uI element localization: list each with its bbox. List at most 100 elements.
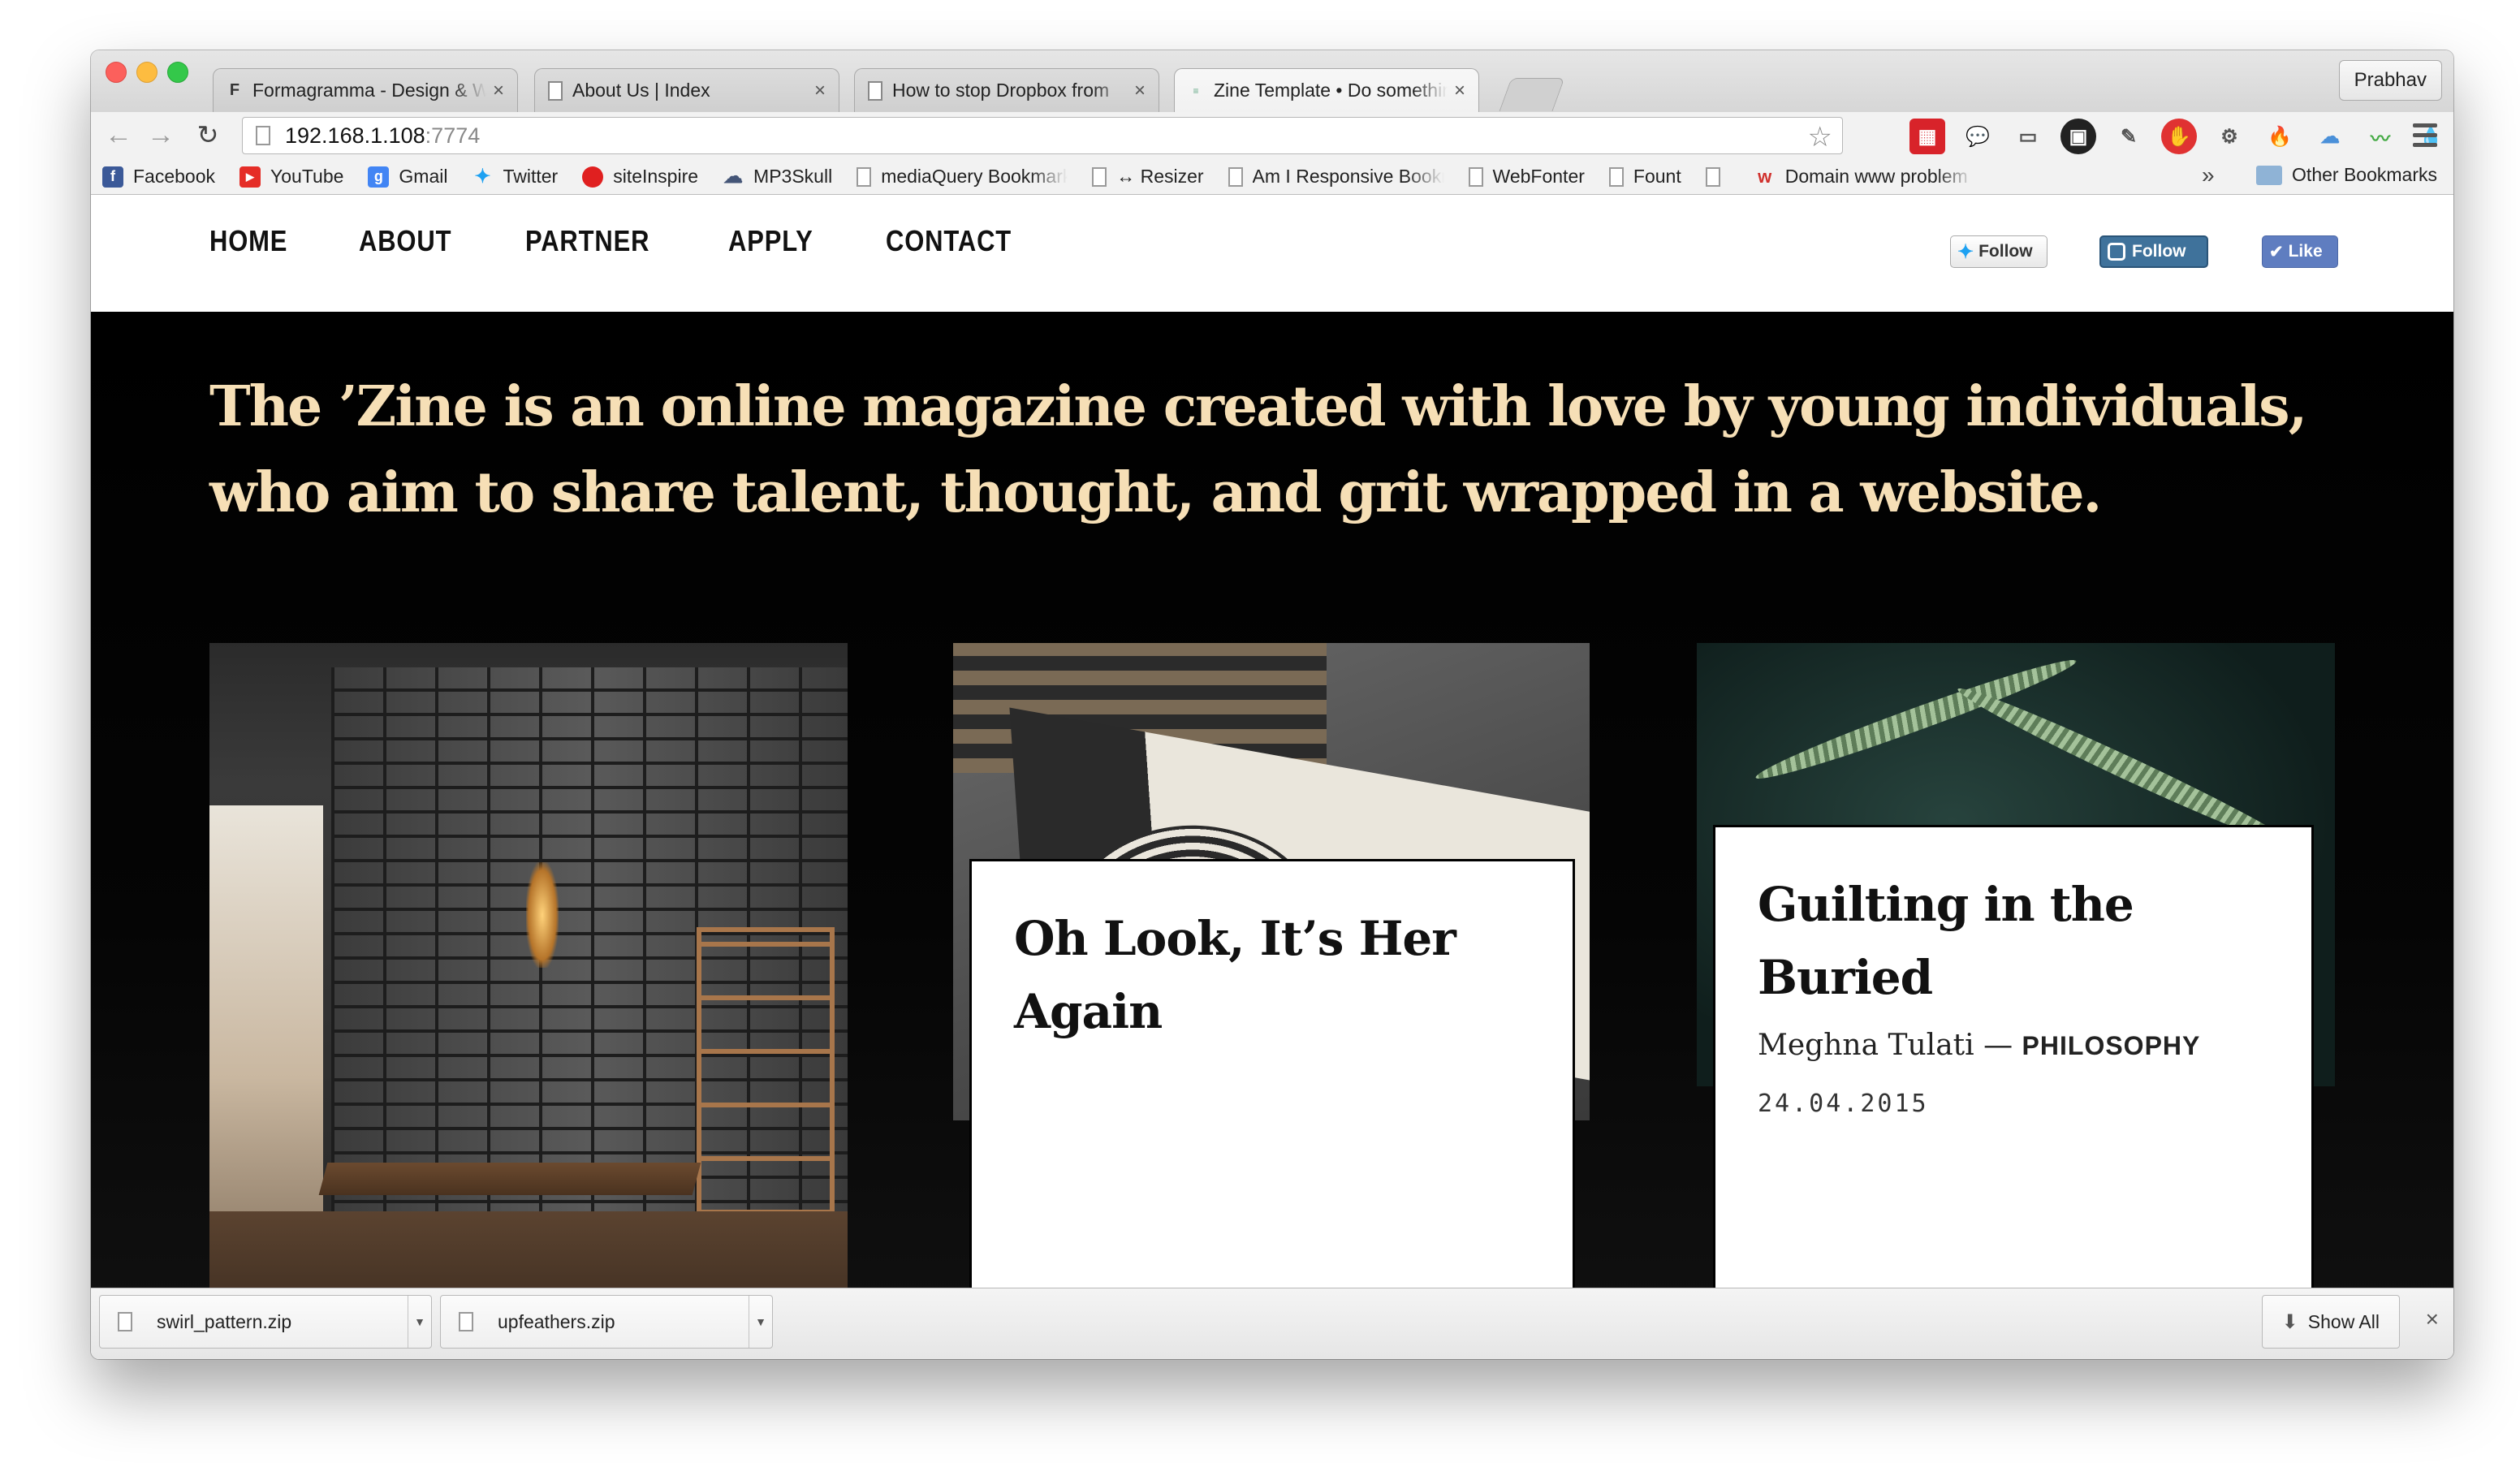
page-icon <box>1705 166 1720 187</box>
formagramma-favicon-icon: F <box>229 81 240 99</box>
article-category[interactable]: PHILOSOPHY <box>2022 1031 2201 1060</box>
article-author[interactable]: Meghna Tulati <box>1758 1029 1974 1062</box>
bookmark-label: siteInspire <box>613 166 699 187</box>
chrome-menu-icon[interactable] <box>2413 120 2437 149</box>
bookmark-twitter[interactable]: ✦ Twitter <box>472 166 558 188</box>
new-tab-button[interactable] <box>1499 78 1565 111</box>
bookmark-label: ↔ Resizer <box>1116 166 1204 187</box>
settings-extension-icon[interactable]: ⚙ <box>2211 119 2247 154</box>
adblock-extension-icon[interactable]: ✋ <box>2161 119 2197 154</box>
profile-button[interactable]: Prabhav <box>2338 60 2442 101</box>
tab-title: Zine Template • Do something <box>1214 80 1448 101</box>
page-icon <box>1468 166 1483 187</box>
dining-table <box>318 1163 701 1195</box>
bookmark-fount[interactable]: Fount <box>1608 166 1681 188</box>
window-resizer-extension-icon[interactable]: ▣ <box>2060 119 2096 154</box>
bookmark-resizer[interactable]: ↔ Resizer <box>1092 166 1204 188</box>
speech-bubble-extension-icon[interactable]: 💬 <box>1960 119 1996 154</box>
twitter-icon: ✦ <box>474 166 491 188</box>
page-icon <box>1608 166 1624 187</box>
wall-lamp <box>526 862 559 968</box>
bookmark-star-icon[interactable]: ☆ <box>1808 121 1832 153</box>
loft-interior-image[interactable] <box>209 643 848 1340</box>
article-title[interactable]: Oh Look, It’s Her Again <box>1014 902 1530 1048</box>
folder-icon <box>2256 165 2283 185</box>
window-view <box>209 805 323 1260</box>
nav-partner[interactable]: PARTNER <box>525 224 649 258</box>
tab-dropbox[interactable]: How to stop Dropbox from × <box>854 68 1159 112</box>
bookmark-label: Gmail <box>399 166 448 187</box>
tab-close-icon[interactable]: × <box>1454 80 1465 102</box>
reload-icon[interactable]: ↻ <box>192 119 224 151</box>
youtube-icon: ▶ <box>239 166 261 188</box>
bookmark-facebook[interactable]: f Facebook <box>102 166 215 188</box>
window-close-button[interactable] <box>106 62 127 83</box>
tab-close-icon[interactable]: × <box>493 80 504 102</box>
article-card[interactable]: Guilting in the Buried Meghna Tulati — P… <box>1713 825 2314 1328</box>
forward-arrow-icon[interactable]: → <box>145 119 177 151</box>
tab-close-icon[interactable]: × <box>814 80 826 102</box>
nav-home[interactable]: HOME <box>209 224 287 258</box>
close-shelf-icon[interactable]: × <box>2426 1306 2439 1332</box>
twitter-follow-button[interactable]: ✦ Follow <box>1950 235 2048 268</box>
tab-close-icon[interactable]: × <box>1134 80 1146 102</box>
cast-icon[interactable]: ▭ <box>2010 119 2046 154</box>
show-all-downloads-button[interactable]: ⬇ Show All <box>2261 1295 2400 1349</box>
cloud-extension-icon[interactable]: ☁ <box>2312 119 2348 154</box>
twitter-follow-label: Follow <box>1978 242 2033 261</box>
back-arrow-icon[interactable]: ← <box>102 119 135 151</box>
tab-about-us[interactable]: About Us | Index × <box>534 68 839 112</box>
bookmark-domain-www[interactable]: w Domain www problem <box>1754 166 1974 188</box>
bookmark-gmail[interactable]: g Gmail <box>368 166 447 188</box>
fire-extension-icon[interactable]: 🔥 <box>2262 119 2298 154</box>
tab-formagramma[interactable]: F Formagramma - Design & Web × <box>213 68 518 112</box>
article-card[interactable]: Oh Look, It’s Her Again <box>969 859 1575 1359</box>
extensions-row: ▦ 💬 ▭ ▣ ✎ ✋ ⚙ 🔥 ☁ 〰 💧 <box>1909 119 2449 154</box>
other-bookmarks-label: Other Bookmarks <box>2292 164 2437 185</box>
bookmark-mp3skull[interactable]: ☁ MP3Skull <box>723 166 832 188</box>
bookmark-siteinspire[interactable]: siteInspire <box>582 166 698 188</box>
bookmark-label: Fount <box>1633 166 1681 187</box>
nav-contact[interactable]: CONTACT <box>886 224 1012 258</box>
page-favicon-icon <box>548 80 563 101</box>
page-icon <box>1092 166 1107 187</box>
dropdown-arrow-icon[interactable]: ▼ <box>749 1296 772 1348</box>
site-header: HOME ABOUT PARTNER APPLY CONTACT ✦ Follo… <box>91 195 2453 312</box>
audio-wave-extension-icon[interactable]: 〰 <box>2362 119 2398 154</box>
web-page: HOME ABOUT PARTNER APPLY CONTACT ✦ Follo… <box>91 195 2453 1359</box>
page-favicon-icon <box>868 80 882 101</box>
download-shelf: swirl_pattern.zip ▼ upfeathers.zip ▼ ⬇ S… <box>91 1288 2453 1359</box>
facebook-like-button[interactable]: ✔ Like <box>2262 235 2338 268</box>
bookmark-webfonter[interactable]: WebFonter <box>1468 166 1585 188</box>
instagram-camera-icon <box>2108 243 2125 261</box>
tab-title: How to stop Dropbox from <box>892 80 1110 101</box>
window-minimize-button[interactable] <box>136 62 158 83</box>
download-item[interactable]: upfeathers.zip ▼ <box>440 1295 773 1349</box>
other-bookmarks-folder[interactable]: Other Bookmarks <box>2256 164 2437 186</box>
bookmark-label: Am I Responsive Bookmarklet <box>1252 166 1444 187</box>
instagram-follow-button[interactable]: Follow <box>2099 235 2208 268</box>
bookmark-youtube[interactable]: ▶ YouTube <box>239 166 343 188</box>
dropdown-arrow-icon[interactable]: ▼ <box>408 1296 431 1348</box>
meta-separator: — <box>1974 1029 2022 1062</box>
address-bar[interactable]: 192.168.1.108:7774 ☆ <box>242 117 1843 154</box>
tab-zine-template[interactable]: ≡ Zine Template • Do something × <box>1174 68 1479 112</box>
bookmark-label: Domain www problem <box>1784 166 1968 187</box>
nav-about[interactable]: ABOUT <box>359 224 451 258</box>
mp3skull-icon: ☁ <box>723 166 744 188</box>
bookmark-label: Facebook <box>133 166 216 187</box>
bookmark-label: Twitter <box>503 166 559 187</box>
article-title[interactable]: Guilting in the Buried <box>1758 868 2269 1014</box>
download-item[interactable]: swirl_pattern.zip ▼ <box>99 1295 432 1349</box>
lastpass-extension-icon[interactable]: ▦ <box>1909 119 1945 154</box>
tab-strip: F Formagramma - Design & Web × About Us … <box>91 50 2453 112</box>
hero-section: The ’Zine is an online magazine created … <box>91 312 2453 1359</box>
window-maximize-button[interactable] <box>167 62 188 83</box>
eyedropper-extension-icon[interactable]: ✎ <box>2111 119 2147 154</box>
bookmark-label: WebFonter <box>1492 166 1585 187</box>
bookmark-blank[interactable] <box>1705 166 1730 187</box>
more-bookmarks-chevron-icon[interactable]: » <box>2202 162 2215 188</box>
bookmark-am-i-responsive[interactable]: Am I Responsive Bookmarklet <box>1228 166 1444 188</box>
nav-apply[interactable]: APPLY <box>728 224 813 258</box>
bookmark-mediaquery[interactable]: mediaQuery Bookmarklet <box>857 166 1068 188</box>
